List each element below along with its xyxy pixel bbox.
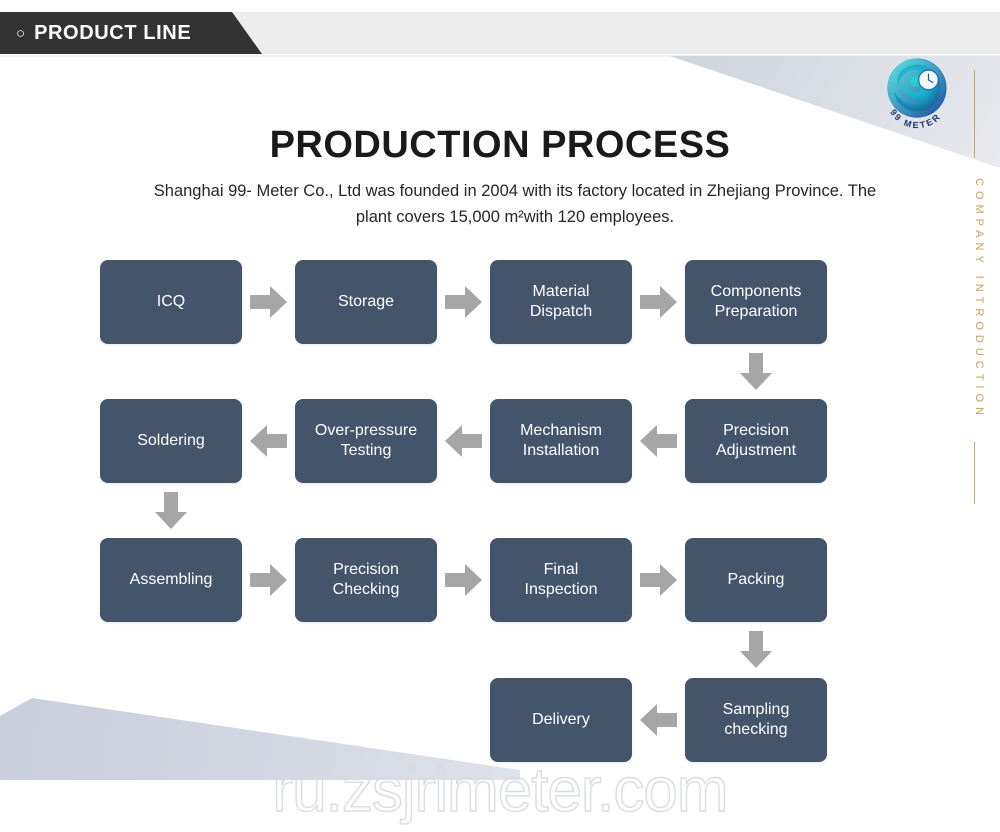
process-node-label: Sampling checking: [722, 700, 790, 738]
process-node-storage: Storage: [295, 260, 437, 344]
process-node-sampling-checking: Sampling checking: [685, 678, 827, 762]
process-node-label: Material Dispatch: [529, 282, 593, 320]
flow-arrow-packing-to-sampling-checking: [739, 631, 773, 669]
flow-arrow-final-inspection-to-packing: [639, 563, 678, 597]
flow-arrow-precision-adjustment-to-mechanism-installation: [639, 424, 678, 458]
process-node-delivery: Delivery: [490, 678, 632, 762]
flow-arrow-over-pressure-testing-to-soldering: [249, 424, 288, 458]
process-node-label: Soldering: [137, 431, 205, 449]
flow-arrow-components-preparation-to-precision-adjustment: [739, 352, 773, 391]
process-node-label: Precision Adjustment: [715, 421, 797, 459]
flow-arrow-precision-checking-to-final-inspection: [444, 563, 483, 597]
process-node-label: Components Preparation: [710, 282, 802, 320]
flow-arrow-soldering-to-assembling: [154, 491, 188, 530]
process-node-label: Mechanism Installation: [520, 421, 602, 459]
process-node-over-pressure-testing: Over-pressure Testing: [295, 399, 437, 483]
process-node-material-dispatch: Material Dispatch: [490, 260, 632, 344]
site-watermark: ru.zsjrlmeter.com: [272, 755, 729, 825]
flow-arrow-sampling-checking-to-delivery: [639, 703, 678, 737]
process-node-label: Packing: [727, 570, 785, 588]
flow-arrow-mechanism-installation-to-over-pressure-testing: [444, 424, 483, 458]
process-node-packing: Packing: [685, 538, 827, 622]
production-process-flowchart: ICQ Storage Material Dispatch Components Prep…: [0, 0, 1000, 832]
process-node-label: Final Inspection: [524, 560, 598, 598]
process-node-assembling: Assembling: [100, 538, 242, 622]
process-node-final-inspection: Final Inspection: [490, 538, 632, 622]
process-node-label: ICQ: [156, 292, 186, 310]
process-node-mechanism-installation: Mechanism Installation: [490, 399, 632, 483]
flow-arrow-storage-to-material-dispatch: [444, 285, 483, 319]
process-node-icq: ICQ: [100, 260, 242, 344]
process-node-precision-adjustment: Precision Adjustment: [685, 399, 827, 483]
process-node-label: Assembling: [129, 570, 213, 588]
process-node-label: Over-pressure Testing: [314, 421, 418, 459]
process-node-components-preparation: Components Preparation: [685, 260, 827, 344]
process-node-label: Precision Checking: [332, 560, 400, 598]
flow-arrow-assembling-to-precision-checking: [249, 563, 288, 597]
process-node-precision-checking: Precision Checking: [295, 538, 437, 622]
process-node-label: Storage: [337, 292, 395, 310]
process-node-soldering: Soldering: [100, 399, 242, 483]
process-node-label: Delivery: [532, 710, 590, 728]
flow-arrow-icq-to-storage: [249, 285, 288, 319]
flow-arrow-material-dispatch-to-components-preparation: [639, 285, 678, 319]
